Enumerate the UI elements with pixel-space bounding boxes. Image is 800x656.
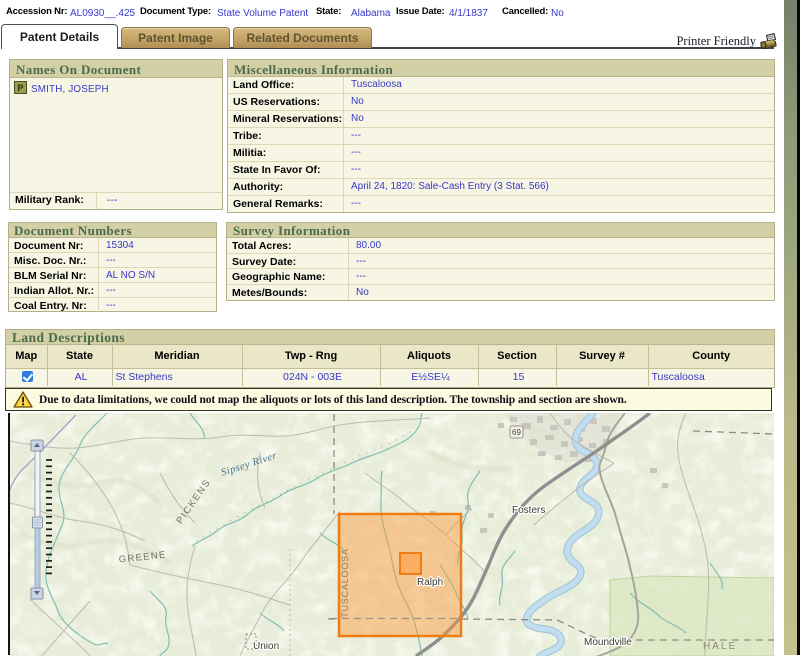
svg-text:HALE: HALE xyxy=(703,641,737,652)
svg-text:TUSCALOOSA: TUSCALOOSA xyxy=(340,548,350,618)
svg-text:69: 69 xyxy=(512,428,521,437)
svg-text:Moundville: Moundville xyxy=(584,637,632,648)
svg-text:Union: Union xyxy=(253,641,279,652)
svg-text:Fosters: Fosters xyxy=(512,505,545,516)
svg-text:Ralph: Ralph xyxy=(417,577,443,588)
